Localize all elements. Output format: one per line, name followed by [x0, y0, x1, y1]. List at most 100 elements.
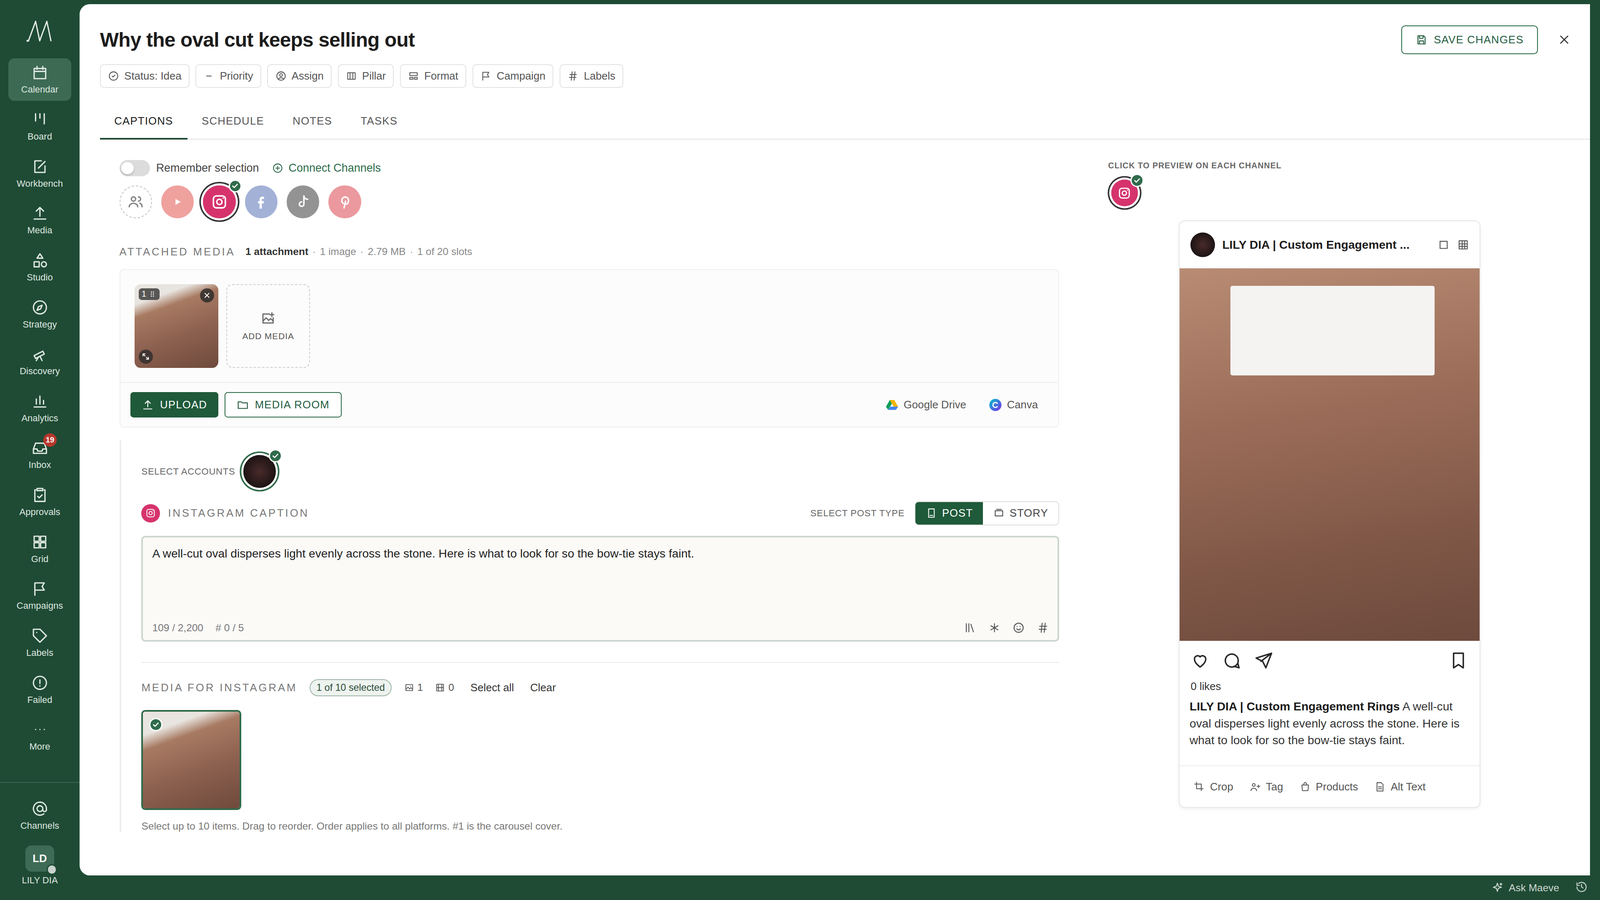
post-title[interactable]: Why the oval cut keeps selling out [100, 28, 415, 52]
account-avatar[interactable] [243, 455, 276, 488]
preview-tool-button[interactable]: Alt Text [1374, 780, 1426, 793]
sparkle-icon [1491, 881, 1504, 894]
sidebar-item[interactable]: Workbench [8, 152, 72, 195]
sidebar-item[interactable]: More [8, 715, 72, 758]
tag-icon [31, 627, 49, 645]
sidebar-item[interactable]: Strategy [8, 292, 72, 336]
sidebar-item[interactable]: Analytics [8, 386, 72, 430]
property-chip[interactable]: Status: Idea [100, 64, 190, 88]
property-chip[interactable]: Campaign [472, 64, 554, 88]
history-button[interactable] [1575, 878, 1588, 898]
attached-media: 1 ADD MEDIA UPLOAD MEDIA ROOM Google Dri… [119, 269, 1060, 428]
ai-button[interactable] [988, 621, 1001, 634]
logo-icon [25, 18, 55, 43]
source-button[interactable]: Canva [988, 398, 1038, 412]
grip-icon [148, 290, 157, 299]
youtube-icon [168, 192, 187, 211]
tiktok-icon [294, 192, 313, 211]
share-button[interactable] [1253, 650, 1274, 675]
sidebar-item[interactable]: Grid [8, 527, 72, 571]
hashtag-count: # 0 / 5 [215, 622, 244, 634]
sidebar-item[interactable]: 19 Inbox [8, 433, 72, 477]
preview-tool-button[interactable]: Crop [1193, 780, 1234, 793]
preview-tool-button[interactable]: Tag [1249, 780, 1284, 793]
media-room-button[interactable]: MEDIA ROOM [224, 392, 342, 418]
tab[interactable]: NOTES [278, 106, 347, 140]
post-type-option[interactable]: POST [915, 502, 983, 525]
caption-input[interactable]: A well-cut oval disperses light evenly a… [141, 535, 1060, 643]
preview-tool-button[interactable]: Products [1299, 780, 1359, 793]
instagram-section: SELECT ACCOUNTS INSTAGRAM CAPTION SELECT… [119, 440, 1060, 833]
sidebar-item[interactable]: Board [8, 105, 72, 148]
channel-button[interactable] [202, 185, 236, 218]
folder-icon [236, 398, 249, 411]
tag-user-icon [1249, 781, 1261, 793]
like-button[interactable] [1190, 650, 1210, 675]
media-index[interactable]: 1 [138, 288, 160, 300]
hashtag-button[interactable] [1037, 621, 1050, 634]
channel-button[interactable] [245, 185, 278, 218]
sidebar-item[interactable]: Calendar [8, 58, 72, 102]
single-view-button[interactable] [1437, 238, 1450, 251]
bookmark-button[interactable] [1448, 650, 1469, 675]
sidebar-item[interactable]: Channels [8, 794, 72, 838]
ask-maeve-button[interactable]: Ask Maeve [1491, 881, 1560, 894]
user-menu[interactable]: LD LILY DIA [21, 845, 58, 886]
upload-button[interactable]: UPLOAD [130, 392, 219, 418]
channel-button[interactable] [119, 185, 153, 218]
media-thumbnail[interactable]: 1 [134, 284, 219, 368]
user-icon [275, 70, 287, 82]
sidebar-item[interactable]: Campaigns [8, 574, 72, 618]
remember-toggle[interactable] [119, 160, 150, 177]
channel-list [119, 185, 1060, 218]
property-chip[interactable]: Labels [559, 64, 624, 88]
dots-icon [31, 720, 49, 739]
source-button[interactable]: Google Drive [885, 398, 967, 412]
add-media-button[interactable]: ADD MEDIA [226, 284, 310, 368]
sidebar-item[interactable]: Media [8, 198, 72, 242]
media-item[interactable] [141, 710, 242, 810]
tab[interactable]: CAPTIONS [100, 106, 188, 140]
pinterest-icon [335, 192, 354, 211]
tab[interactable]: TASKS [346, 106, 412, 140]
logo[interactable] [25, 10, 55, 51]
check-icon [230, 181, 240, 191]
sidebar-item[interactable]: Failed [8, 668, 72, 712]
post-editor: Why the oval cut keeps selling out SAVE … [79, 4, 1590, 876]
channel-button[interactable] [1111, 179, 1138, 207]
comment-button[interactable] [1222, 650, 1242, 675]
layout-icon [407, 70, 420, 82]
preview-caption: LILY DIA | Custom Engagement Rings A wel… [1179, 692, 1480, 750]
check-badge [268, 449, 283, 463]
grid-view-button[interactable] [1457, 238, 1470, 251]
property-chip[interactable]: Pillar [337, 64, 395, 88]
account-name: LILY DIA | Custom Engagement ... [1222, 238, 1431, 252]
instagram-icon [210, 192, 229, 211]
select-all-button[interactable]: Select all [470, 681, 514, 694]
board-icon [31, 110, 49, 129]
emoji-button[interactable] [1012, 621, 1025, 634]
library-button[interactable] [963, 621, 976, 634]
close-button[interactable] [1557, 32, 1572, 47]
toggle-knob [121, 162, 134, 175]
remove-button[interactable] [200, 288, 215, 303]
canva-icon [988, 398, 1003, 412]
hash-icon [1037, 621, 1050, 634]
sidebar-item[interactable]: Studio [8, 245, 72, 289]
channel-disc [161, 185, 194, 218]
sidebar-item[interactable]: Discovery [8, 339, 72, 383]
property-chip[interactable]: Priority [195, 64, 261, 88]
tab[interactable]: SCHEDULE [187, 106, 279, 140]
save-button[interactable]: SAVE CHANGES [1401, 25, 1538, 55]
property-chip[interactable]: Assign [267, 64, 332, 88]
expand-button[interactable] [138, 349, 153, 364]
property-chip[interactable]: Format [400, 64, 467, 88]
clear-button[interactable]: Clear [530, 681, 556, 694]
sidebar-item[interactable]: Approvals [8, 480, 72, 524]
post-type-option[interactable]: STORY [982, 502, 1059, 525]
channel-button[interactable] [161, 185, 194, 218]
connect-channels-button[interactable]: Connect Channels [272, 161, 381, 175]
channel-button[interactable] [286, 185, 320, 218]
sidebar-item[interactable]: Labels [8, 621, 72, 665]
channel-button[interactable] [328, 185, 361, 218]
